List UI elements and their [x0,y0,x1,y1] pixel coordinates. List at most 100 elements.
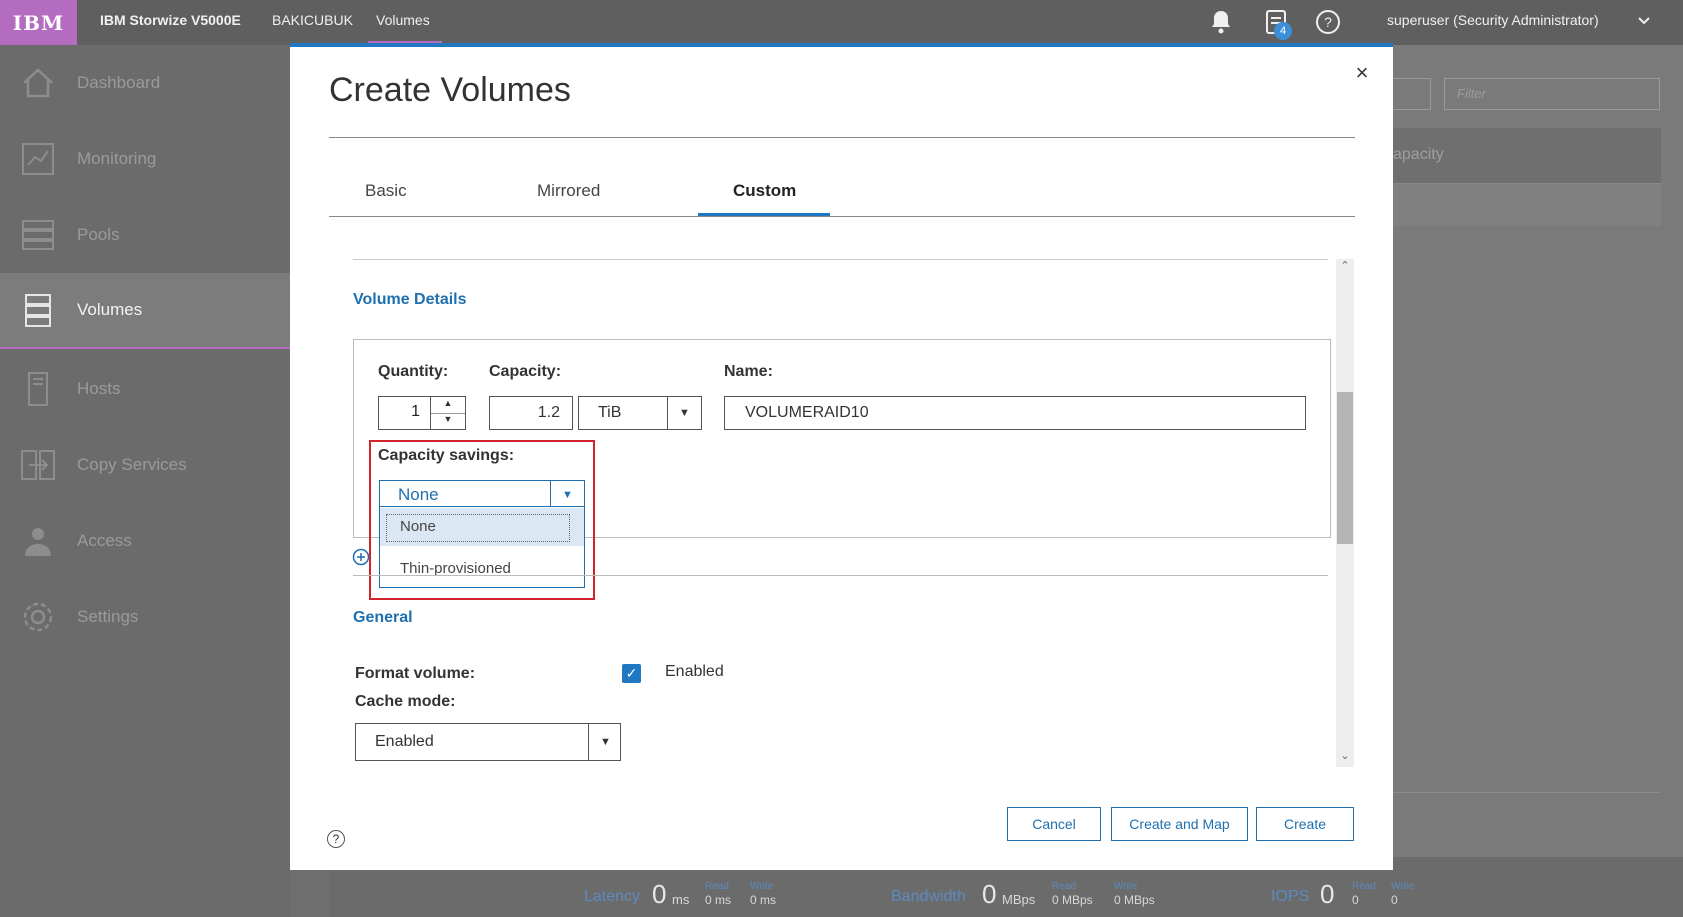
sidebar-item-monitoring[interactable]: Monitoring [0,121,290,197]
bandwidth-read-label: Read [1052,881,1076,892]
option-thin-provisioned[interactable]: Thin-provisioned [380,550,584,588]
chevron-down-icon[interactable] [1636,12,1652,28]
tab-basic[interactable]: Basic [365,181,407,201]
ibm-logo[interactable]: IBM [0,0,77,45]
scrollbar-thumb[interactable] [1337,392,1353,544]
iops-read-label: Read [1352,881,1376,892]
scroll-down-icon[interactable]: ⌄ [1336,749,1354,765]
tab-custom[interactable]: Custom [733,181,796,201]
latency-value: 0 [652,879,667,909]
cache-mode-select[interactable]: Enabled ▼ [355,723,621,761]
sidebar-item-access[interactable]: Access [0,503,290,579]
pools-icon [20,217,56,253]
quantity-label: Quantity: [378,363,449,380]
bandwidth-write-label: Write [1114,881,1138,892]
top-bar: IBM IBM Storwize V5000E BAKICUBUK Volume… [0,0,1683,45]
quantity-value[interactable]: 1 [378,396,431,430]
sidebar-item-volumes[interactable]: Volumes [0,273,290,349]
breadcrumb-volumes[interactable]: Volumes [376,12,430,28]
sidebar-item-label: Pools [77,225,120,244]
create-and-map-button[interactable]: Create and Map [1111,807,1248,841]
tab-divider [329,216,1355,217]
format-volume-label: Format volume: [355,665,476,682]
user-menu[interactable]: superuser (Security Administrator) [1387,12,1599,28]
scroll-up-icon[interactable]: ⌃ [1336,259,1354,275]
latency-label: Latency [584,888,641,905]
name-label: Name: [724,363,773,380]
sidebar-item-pools[interactable]: Pools [0,197,290,273]
capacity-input[interactable]: 1.2 [489,396,573,430]
title-divider [329,137,1355,138]
bandwidth-read: 0 MBps [1052,893,1093,907]
bandwidth-write: 0 MBps [1114,893,1155,907]
capacity-unit-value: TiB [598,404,622,421]
sidebar-item-label: Hosts [77,379,121,398]
option-none[interactable]: None [380,508,584,546]
sidebar-item-label: Monitoring [77,149,157,168]
sidebar-item-settings[interactable]: Settings [0,579,290,655]
chevron-down-icon[interactable]: ▼ [667,397,701,429]
increment-icon[interactable]: ▲ [431,398,465,414]
iops-label: IOPS [1271,888,1310,905]
cache-mode-label: Cache mode: [355,693,456,710]
chevron-down-icon[interactable]: ▼ [550,481,584,508]
content-top-divider [353,259,1328,260]
notifications-icon[interactable] [1207,8,1235,36]
dialog-title: Create Volumes [329,71,571,109]
breadcrumb-system[interactable]: BAKICUBUK [272,12,353,28]
add-volume-icon[interactable] [352,548,370,566]
background-filter-input[interactable]: Filter [1444,78,1660,110]
copy-services-icon [20,447,56,483]
latency-read-label: Read [705,881,729,892]
latency-read: 0 ms [705,893,732,907]
bandwidth-label: Bandwidth [891,888,966,905]
sidebar-item-hosts[interactable]: Hosts [0,351,290,427]
sidebar-item-copy-services[interactable]: Copy Services [0,427,290,503]
tasks-badge: 4 [1274,22,1292,40]
iops-write-label: Write [1391,881,1415,892]
section-divider [353,575,1328,576]
bandwidth-value: 0 [982,879,997,909]
volume-details-heading: Volume Details [353,291,467,308]
cancel-button[interactable]: Cancel [1007,807,1101,841]
create-volumes-dialog: Create Volumes × Basic Mirrored Custom ⌃… [290,43,1393,870]
capacity-savings-value: None [398,485,439,504]
background-column-capacity[interactable]: apacity [1393,146,1444,164]
background-table-row [1393,184,1661,226]
svg-text:?: ? [1324,14,1332,30]
sidebar-item-label: Dashboard [77,73,161,92]
sidebar-item-label: Settings [77,607,139,626]
sidebar: Dashboard Monitoring Pools Volumes Hosts… [0,45,290,917]
iops-value: 0 [1320,879,1335,909]
quantity-stepper-arrows: ▲ ▼ [430,396,466,430]
hosts-icon [20,371,56,407]
sidebar-item-label: Volumes [77,300,143,319]
latency-write-label: Write [750,881,774,892]
format-volume-value: Enabled [665,663,724,680]
name-input[interactable]: VOLUMERAID10 [724,396,1306,430]
capacity-unit-select[interactable]: TiB ▼ [578,396,702,430]
sidebar-item-dashboard[interactable]: Dashboard [0,45,290,121]
close-icon[interactable]: × [1352,62,1372,84]
decrement-icon[interactable]: ▼ [431,414,465,430]
create-button[interactable]: Create [1256,807,1354,841]
settings-icon [20,599,56,635]
latency-unit: ms [672,892,690,907]
background-divider [1393,792,1661,793]
help-icon[interactable]: ? [1314,8,1342,36]
volumes-icon [20,292,56,328]
sidebar-item-label: Copy Services [77,455,187,474]
format-volume-checkbox[interactable]: ✓ [622,664,641,683]
quantity-stepper[interactable]: 1 ▲ ▼ [378,396,466,430]
dashboard-icon [20,65,56,101]
tab-mirrored[interactable]: Mirrored [537,181,600,201]
iops-read: 0 [1352,893,1359,907]
cache-mode-value: Enabled [375,733,434,750]
product-name: IBM Storwize V5000E [100,12,241,28]
bandwidth-unit: MBps [1002,892,1036,907]
access-icon [20,523,56,559]
help-icon[interactable]: ? [327,830,345,848]
chevron-down-icon[interactable]: ▼ [588,724,622,760]
capacity-savings-select[interactable]: None ▼ [379,480,585,508]
background-select[interactable] [1393,78,1431,110]
